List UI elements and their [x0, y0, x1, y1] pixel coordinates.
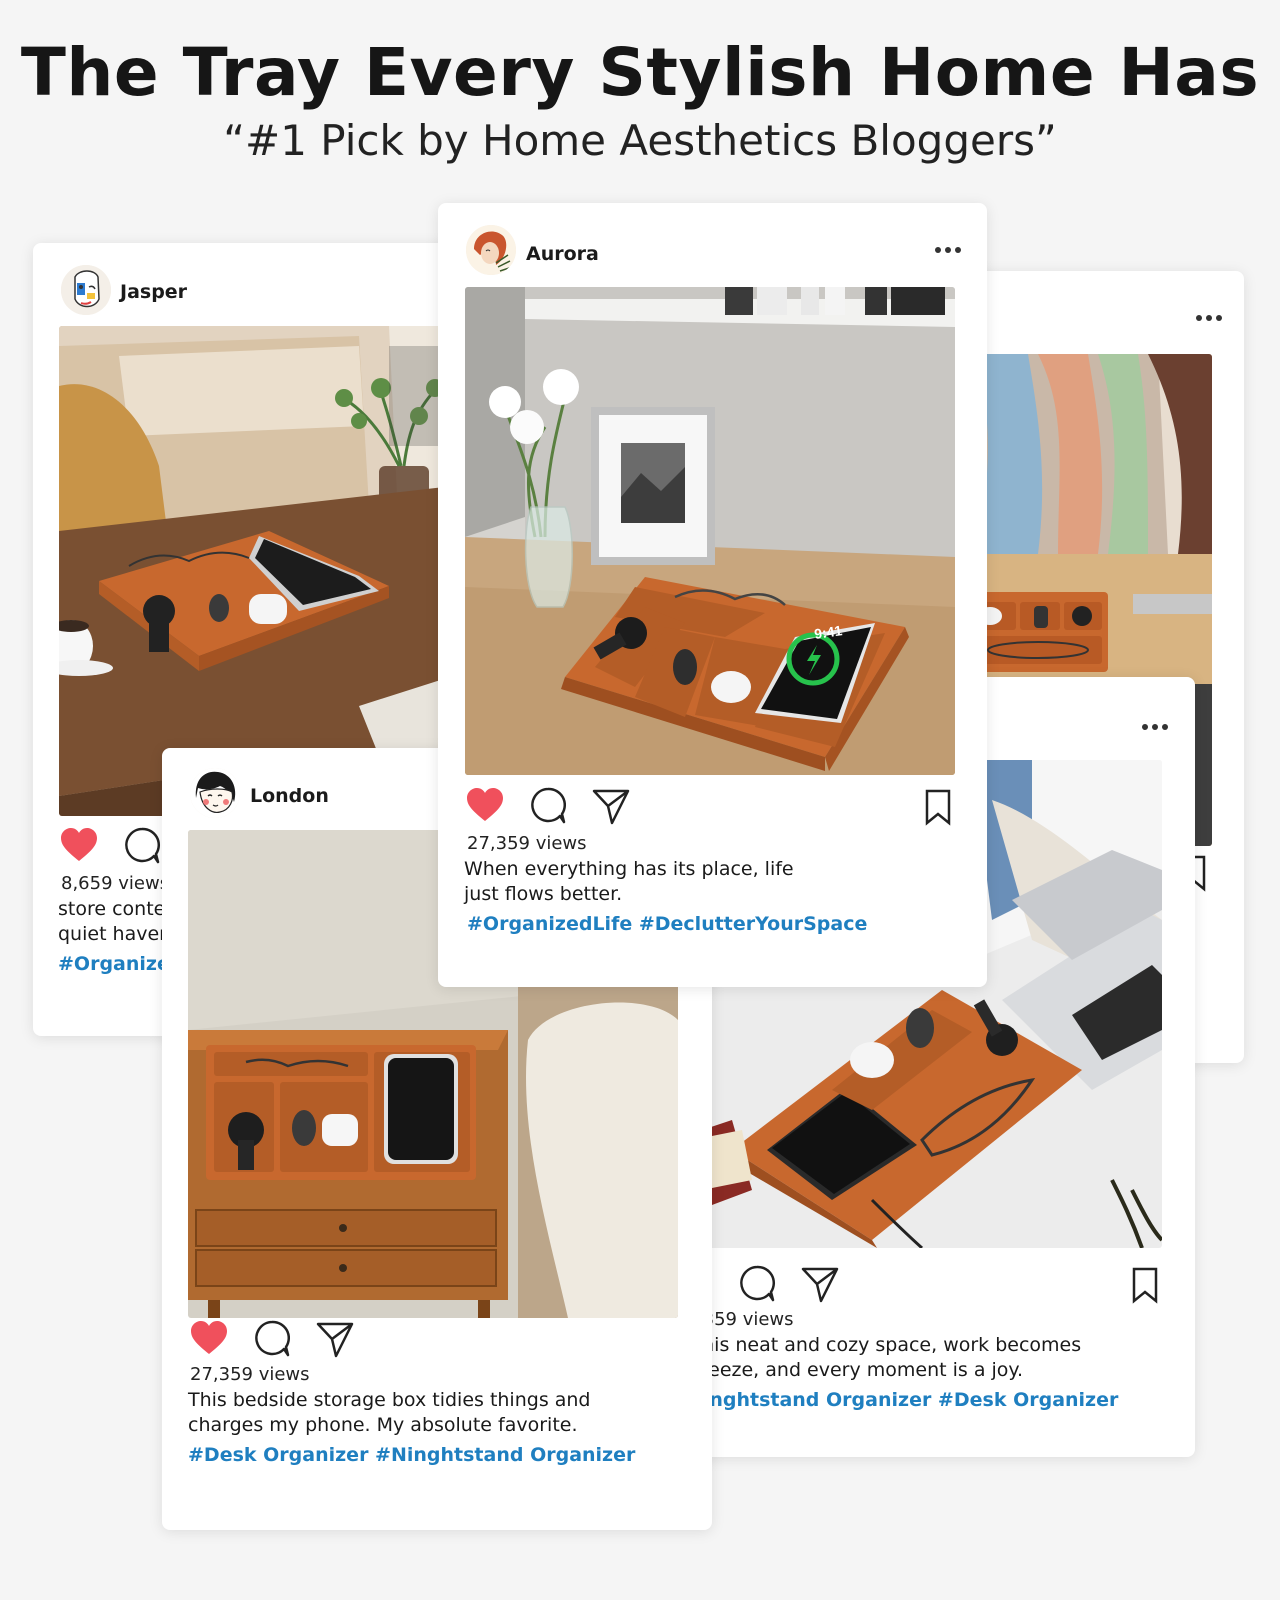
post-card-aurora: Aurora 9:41 27,359 views When everything… — [438, 203, 987, 987]
more-icon[interactable] — [933, 243, 963, 257]
avatar[interactable] — [466, 225, 516, 275]
more-icon[interactable] — [1194, 311, 1224, 325]
more-icon[interactable] — [1140, 720, 1170, 734]
heart-icon[interactable] — [188, 1318, 230, 1360]
hashtags[interactable]: #Ninghtstand Organizer #Desk Organizer — [671, 1389, 1118, 1411]
caption-line: quiet haven — [58, 923, 172, 945]
username[interactable]: Jasper — [120, 281, 187, 303]
comment-icon[interactable] — [251, 1318, 293, 1360]
caption-line: a breeze, and every moment is a joy. — [671, 1359, 1024, 1381]
comment-icon[interactable] — [736, 1263, 778, 1305]
post-photo[interactable] — [59, 326, 453, 816]
comment-icon[interactable] — [527, 785, 569, 827]
caption: When everything has its place, life just… — [464, 857, 794, 907]
heart-icon[interactable] — [58, 825, 100, 867]
view-count: 27,359 views — [190, 1364, 310, 1385]
caption-line: store conte — [58, 898, 166, 920]
caption: In this neat and cozy space, work become… — [671, 1333, 1081, 1383]
caption: store conte quiet haven — [58, 897, 171, 947]
share-icon[interactable] — [799, 1263, 841, 1305]
share-icon[interactable] — [314, 1318, 356, 1360]
caption: This bedside storage box tidies things a… — [188, 1388, 591, 1438]
bookmark-icon[interactable] — [917, 785, 959, 827]
avatar[interactable] — [190, 768, 240, 818]
caption-line: just flows better. — [464, 883, 623, 905]
username[interactable]: London — [250, 785, 329, 807]
heart-icon[interactable] — [464, 785, 506, 827]
bookmark-icon[interactable] — [1124, 1263, 1166, 1305]
caption-line: This bedside storage box tidies things a… — [188, 1389, 591, 1411]
avatar[interactable] — [61, 265, 111, 315]
hashtags[interactable]: #OrganizedLife #DeclutterYourSpace — [467, 913, 867, 935]
username[interactable]: Aurora — [526, 243, 599, 265]
headline: The Tray Every Stylish Home Has — [20, 34, 1260, 111]
post-photo[interactable]: 9:41 — [465, 287, 955, 775]
share-icon[interactable] — [590, 785, 632, 827]
view-count: 27,359 views — [467, 833, 587, 854]
caption-line: In this neat and cozy space, work become… — [671, 1334, 1082, 1356]
comment-icon[interactable] — [121, 825, 163, 867]
caption-line: charges my phone. My absolute favorite. — [188, 1414, 578, 1436]
caption-line: When everything has its place, life — [464, 858, 794, 880]
hashtags[interactable]: #Desk Organizer #Ninghtstand Organizer — [188, 1444, 635, 1466]
subheadline: “#1 Pick by Home Aesthetics Bloggers” — [223, 116, 1057, 165]
view-count: 8,659 views — [61, 873, 170, 894]
